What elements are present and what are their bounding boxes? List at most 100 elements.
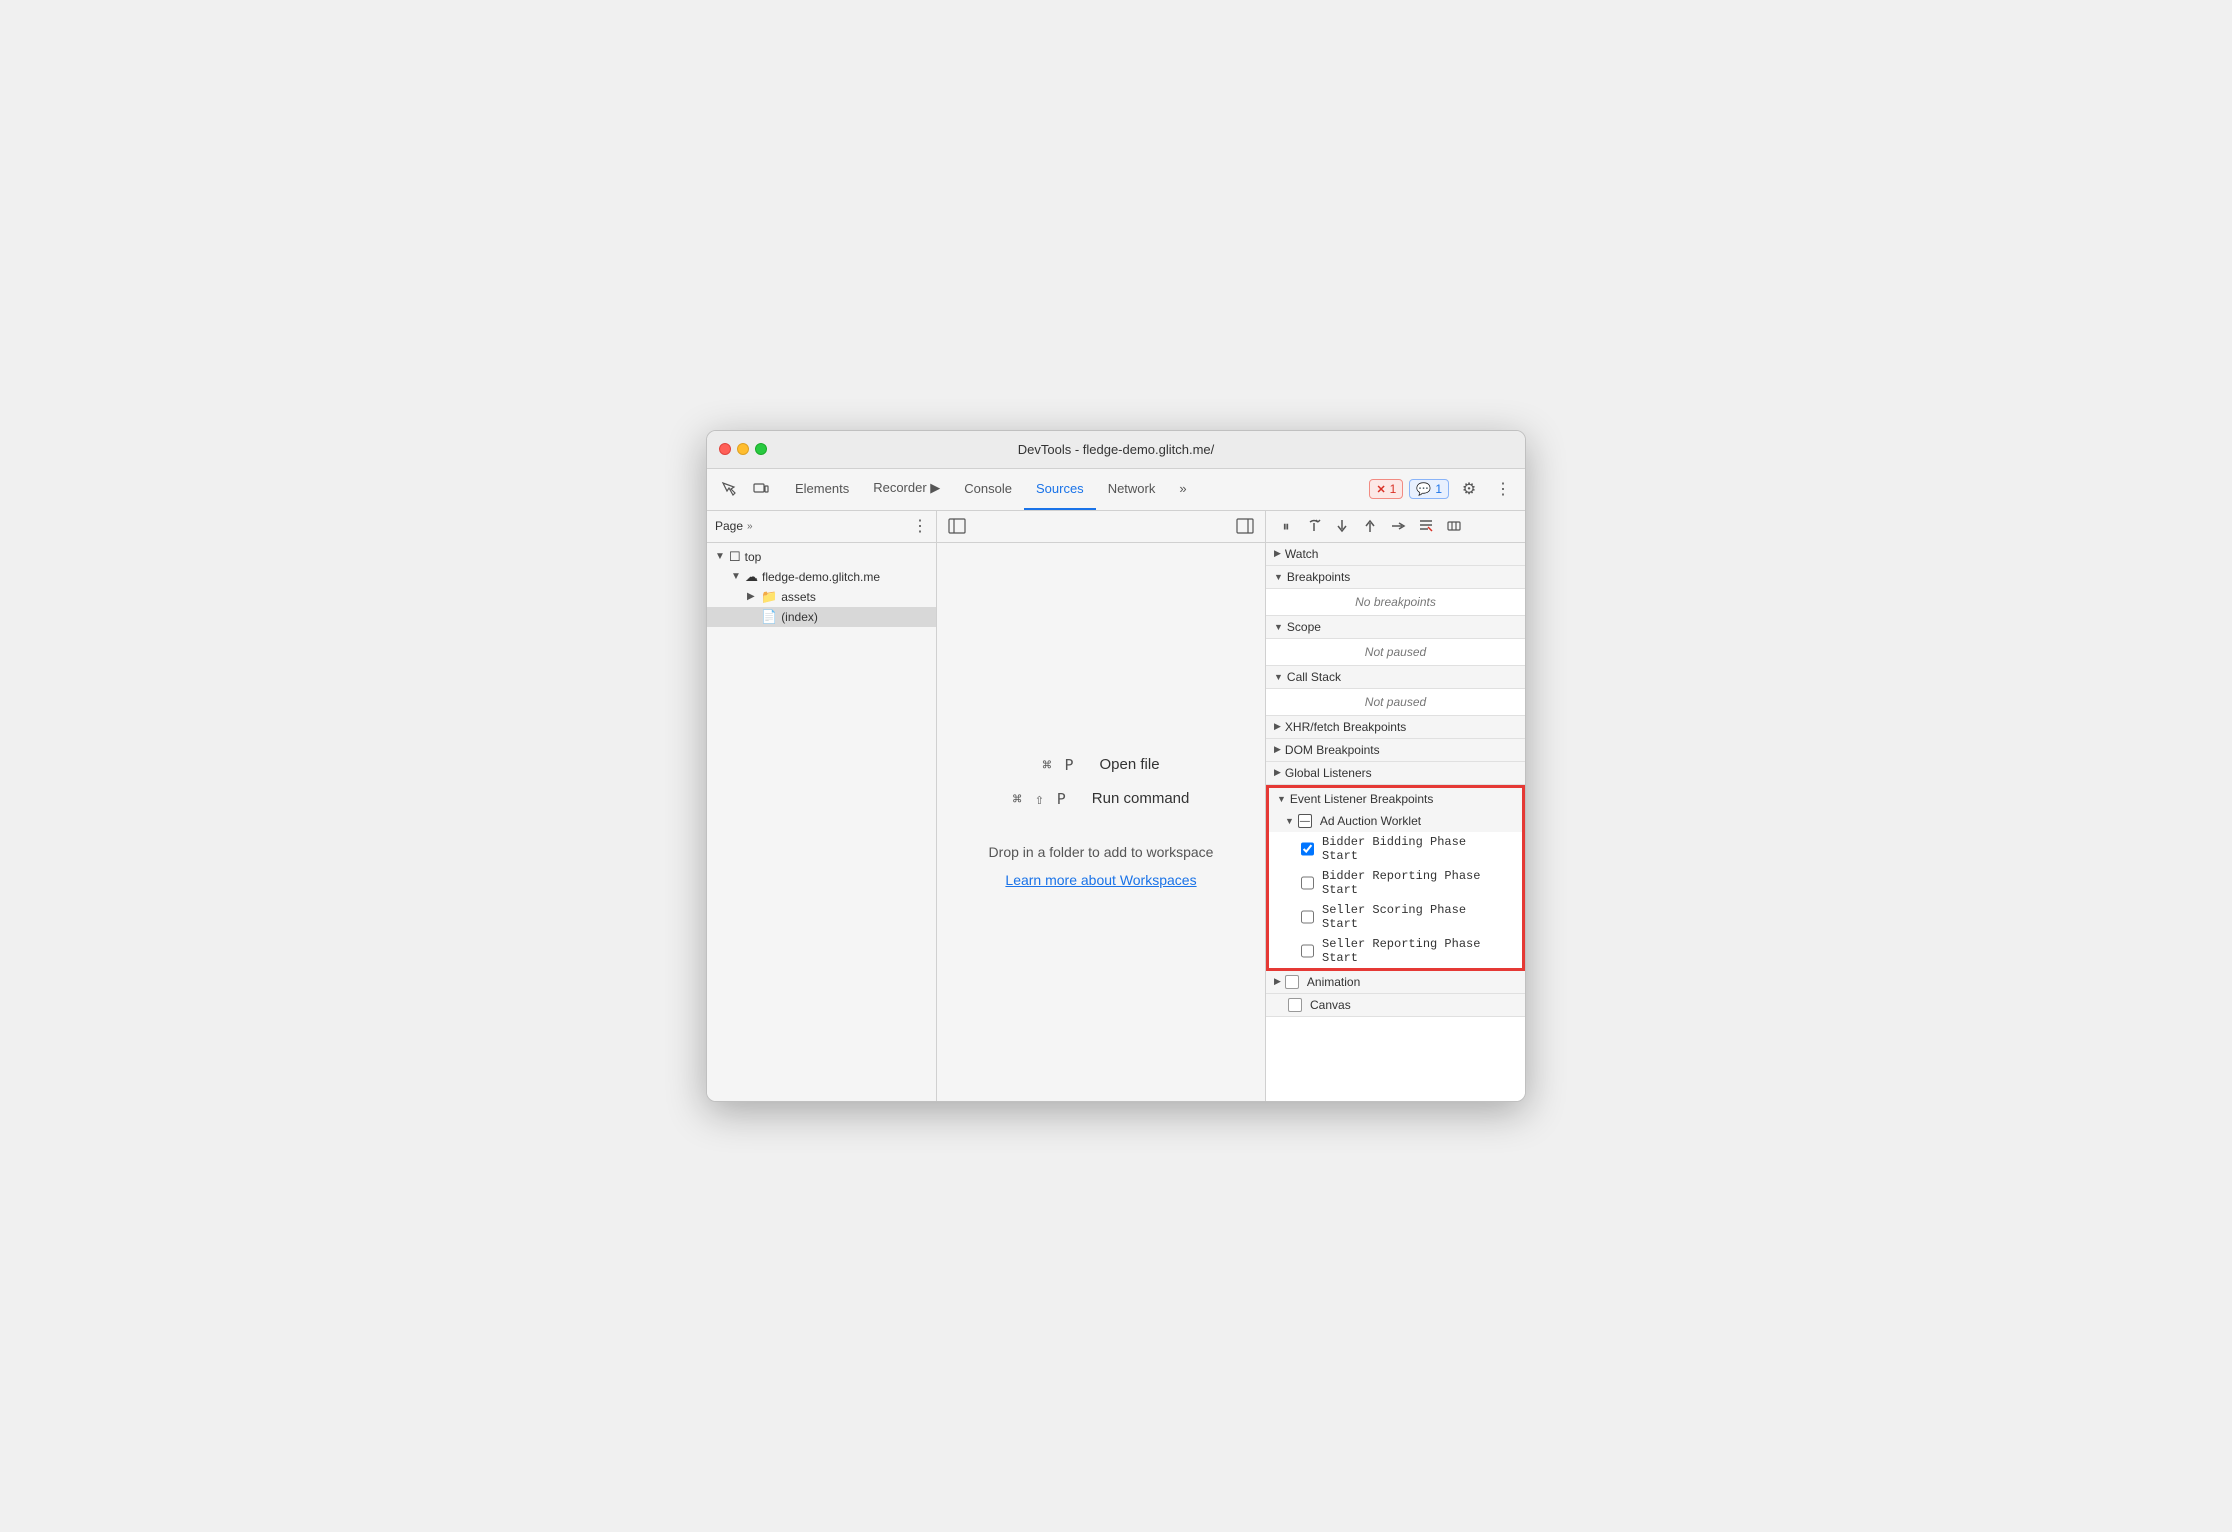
ad-auction-arrow-icon: ▼ <box>1285 816 1294 826</box>
file-icon: 📄 <box>761 609 777 625</box>
ad-auction-checkbox-partial: — <box>1298 814 1312 828</box>
left-panel: Page » ⋮ ▼ ☐ top ▼ ☁ fledge-demo.glitch.… <box>707 511 937 1101</box>
minimize-button[interactable] <box>737 443 749 455</box>
inspect-icon[interactable] <box>715 475 743 503</box>
title-bar: DevTools - fledge-demo.glitch.me/ <box>707 431 1525 469</box>
scope-section-header[interactable]: ▼ Scope <box>1266 616 1525 639</box>
xhr-section-header[interactable]: ▶ XHR/fetch Breakpoints <box>1266 716 1525 739</box>
xhr-arrow-icon: ▶ <box>1274 721 1281 732</box>
tree-label-fledge: fledge-demo.glitch.me <box>762 570 880 584</box>
sidebar-toggle-left-icon[interactable] <box>945 514 969 538</box>
step-over-button[interactable] <box>1302 514 1326 538</box>
shortcut-label-open-file: Open file <box>1100 756 1160 773</box>
seller-scoring-label: Seller Scoring Phase Start <box>1322 903 1490 931</box>
tab-bar-left-icons <box>715 475 775 503</box>
learn-link[interactable]: Learn more about Workspaces <box>1005 872 1196 888</box>
scope-not-paused-text: Not paused <box>1266 639 1525 665</box>
tree-arrow-assets: ▶ <box>747 591 757 602</box>
tab-network[interactable]: Network <box>1096 468 1168 510</box>
watch-section-header[interactable]: ▶ Watch <box>1266 543 1525 566</box>
shortcut-label-run-command: Run command <box>1092 790 1190 807</box>
tab-more[interactable]: » <box>1167 468 1198 510</box>
center-toolbar <box>937 511 1265 543</box>
shortcut-row-1: ⌘ P Open file <box>1042 756 1159 774</box>
bidder-reporting-checkbox[interactable] <box>1301 876 1314 890</box>
folder-icon: 📁 <box>761 589 777 605</box>
tree-item-top[interactable]: ▼ ☐ top <box>707 547 936 567</box>
breakpoints-section-header[interactable]: ▼ Breakpoints <box>1266 566 1525 589</box>
call-stack-arrow-icon: ▼ <box>1274 672 1283 682</box>
info-badge[interactable]: 💬 1 <box>1409 479 1449 499</box>
maximize-button[interactable] <box>755 443 767 455</box>
tree-item-index[interactable]: 📄 (index) <box>707 607 936 627</box>
seller-scoring-checkbox[interactable] <box>1301 910 1314 924</box>
global-listeners-section-header[interactable]: ▶ Global Listeners <box>1266 762 1525 785</box>
scope-label: Scope <box>1287 620 1321 634</box>
pause-exceptions-button[interactable] <box>1442 514 1466 538</box>
seller-scoring-item: Seller Scoring Phase Start <box>1269 900 1522 934</box>
deactivate-breakpoints-button[interactable] <box>1414 514 1438 538</box>
tree-label-assets: assets <box>781 590 816 604</box>
scope-arrow-icon: ▼ <box>1274 622 1283 632</box>
breakpoints-arrow-icon: ▼ <box>1274 572 1283 582</box>
error-badge[interactable]: ✕ 1 <box>1369 479 1403 499</box>
window-title: DevTools - fledge-demo.glitch.me/ <box>1018 442 1215 457</box>
tab-bar-tabs: Elements Recorder ▶ Console Sources Netw… <box>783 468 1369 510</box>
seller-reporting-checkbox[interactable] <box>1301 944 1314 958</box>
tree-item-assets[interactable]: ▶ 📁 assets <box>707 587 936 607</box>
canvas-label: Canvas <box>1310 998 1351 1012</box>
tab-elements[interactable]: Elements <box>783 468 861 510</box>
settings-icon[interactable]: ⚙ <box>1455 475 1483 503</box>
chat-icon: 💬 <box>1416 482 1431 496</box>
more-options-icon[interactable]: ⋮ <box>1489 475 1517 503</box>
bidder-bidding-item: Bidder Bidding Phase Start <box>1269 832 1522 866</box>
chevron-right-icon: » <box>747 521 753 532</box>
main-layout: Page » ⋮ ▼ ☐ top ▼ ☁ fledge-demo.glitch.… <box>707 511 1525 1101</box>
bidder-reporting-label: Bidder Reporting Phase Start <box>1322 869 1490 897</box>
event-listener-section-header[interactable]: ▼ Event Listener Breakpoints <box>1269 788 1522 810</box>
tab-sources[interactable]: Sources <box>1024 468 1096 510</box>
traffic-lights <box>719 443 767 455</box>
event-listener-content: ▼ — Ad Auction Worklet Bidder Bidding Ph… <box>1269 810 1522 968</box>
seller-reporting-item: Seller Reporting Phase Start <box>1269 934 1522 968</box>
call-stack-content: Not paused <box>1266 689 1525 716</box>
bidder-bidding-label: Bidder Bidding Phase Start <box>1322 835 1490 863</box>
global-listeners-arrow-icon: ▶ <box>1274 767 1281 778</box>
sidebar-toggle-right-icon[interactable] <box>1233 514 1257 538</box>
watch-arrow-icon: ▶ <box>1274 548 1281 559</box>
shortcut-keys-run-command: ⌘ ⇧ P <box>1013 790 1068 808</box>
tree-icon-fledge: ☁ <box>745 569 758 585</box>
device-toolbar-icon[interactable] <box>747 475 775 503</box>
panel-more-icon[interactable]: ⋮ <box>912 516 928 536</box>
shortcut-row-2: ⌘ ⇧ P Run command <box>1013 790 1190 808</box>
canvas-section-header[interactable]: Canvas <box>1266 994 1525 1017</box>
call-stack-section-header[interactable]: ▼ Call Stack <box>1266 666 1525 689</box>
animation-section-header[interactable]: ▶ Animation <box>1266 971 1525 994</box>
pause-button[interactable]: ⏸ <box>1274 514 1298 538</box>
event-listener-breakpoints-section: ▼ Event Listener Breakpoints ▼ — Ad Auct… <box>1266 785 1525 971</box>
bidder-reporting-item: Bidder Reporting Phase Start <box>1269 866 1522 900</box>
tree-arrow-fledge: ▼ <box>731 571 741 582</box>
ad-auction-subsection-header[interactable]: ▼ — Ad Auction Worklet <box>1269 810 1522 832</box>
center-content: ⌘ P Open file ⌘ ⇧ P Run command Drop in … <box>937 543 1265 1101</box>
event-listener-arrow-icon: ▼ <box>1277 794 1286 804</box>
center-panel: ⌘ P Open file ⌘ ⇧ P Run command Drop in … <box>937 511 1265 1101</box>
close-button[interactable] <box>719 443 731 455</box>
right-panel: ⏸ <box>1265 511 1525 1101</box>
debugger-toolbar: ⏸ <box>1266 511 1525 543</box>
step-out-button[interactable] <box>1358 514 1382 538</box>
shortcut-keys-open-file: ⌘ P <box>1042 756 1075 774</box>
tab-console[interactable]: Console <box>952 468 1024 510</box>
bidder-bidding-checkbox[interactable] <box>1301 842 1314 856</box>
call-stack-label: Call Stack <box>1287 670 1341 684</box>
tab-recorder[interactable]: Recorder ▶ <box>861 468 952 510</box>
animation-checkbox-empty <box>1285 975 1299 989</box>
dom-arrow-icon: ▶ <box>1274 744 1281 755</box>
ad-auction-label: Ad Auction Worklet <box>1320 814 1421 828</box>
step-into-button[interactable] <box>1330 514 1354 538</box>
watch-label: Watch <box>1285 547 1319 561</box>
step-button[interactable] <box>1386 514 1410 538</box>
dom-section-header[interactable]: ▶ DOM Breakpoints <box>1266 739 1525 762</box>
canvas-checkbox-empty <box>1288 998 1302 1012</box>
tree-item-fledge[interactable]: ▼ ☁ fledge-demo.glitch.me <box>707 567 936 587</box>
